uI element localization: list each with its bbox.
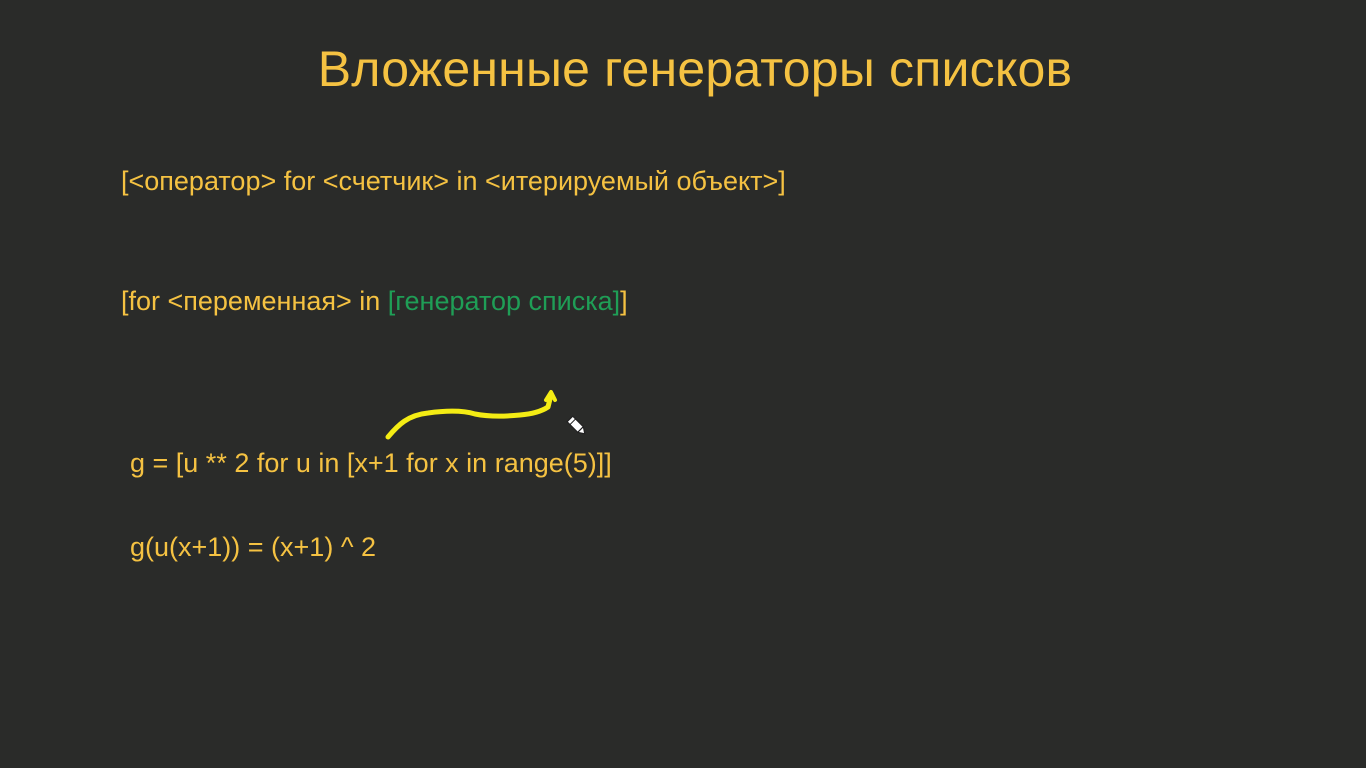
nested-syntax-inner-generator: [генератор списка] xyxy=(387,286,621,316)
nested-syntax-prefix: [for <переменная> in xyxy=(121,286,388,316)
nested-syntax-suffix: ] xyxy=(620,286,628,316)
pen-annotation-arrow xyxy=(385,390,557,440)
pen-cursor-icon xyxy=(566,415,586,435)
slide-title: Вложенные генераторы списков xyxy=(317,41,1073,97)
nested-syntax: [for <переменная> in [генератор списка]] xyxy=(121,286,628,317)
general-syntax: [<оператор> for <счетчик> in <итерируемы… xyxy=(121,166,786,196)
code-example: g = [u ** 2 for u in [x+1 for x in range… xyxy=(130,448,612,478)
presentation-slide: Вложенные генераторы списков [<оператор>… xyxy=(0,0,1366,768)
math-explanation: g(u(x+1)) = (x+1) ^ 2 xyxy=(130,532,377,562)
